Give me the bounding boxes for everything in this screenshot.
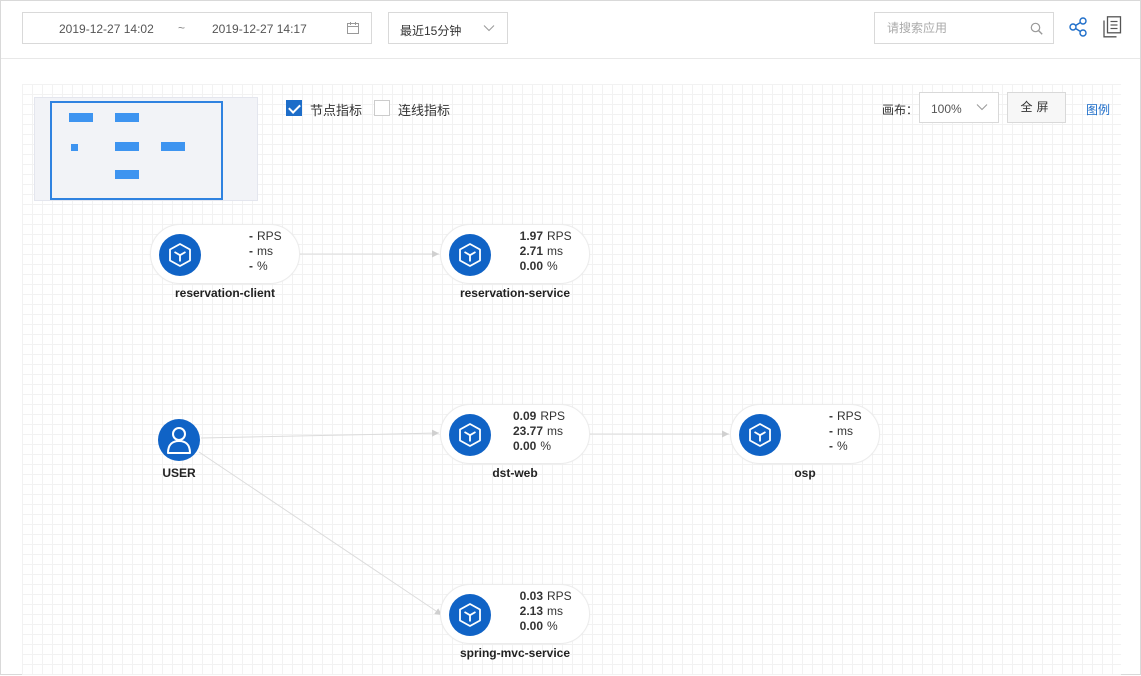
service-node-reservation-client[interactable]: - RPS - ms -% [150,224,300,284]
rps-unit: RPS [540,409,566,423]
calendar-icon[interactable] [347,22,359,34]
minimap-node [115,142,139,151]
node-metrics: 0.09 RPS 23.77 ms 0.00% [513,409,573,454]
user-node[interactable] [158,419,200,461]
node-metrics: - RPS - ms -% [829,409,863,454]
cube-icon [449,414,491,456]
latency-value: 23.77 [512,424,543,438]
node-metrics-check-box[interactable] [286,100,302,116]
minimap-node [115,113,139,122]
error-rate-unit: % [837,439,848,453]
chevron-down-icon [483,25,495,32]
node-metrics: 1.97 RPS 2.71 ms 0.00% [520,229,573,274]
latency-value: 2.71 [519,244,543,258]
cube-icon [449,594,491,636]
zoom-value: 100% [931,102,962,116]
node-metrics-label: 节点指标 [310,103,363,118]
rps-unit: RPS [547,229,572,243]
error-rate-value: 0.00 [512,439,537,453]
latency-unit: ms [837,424,853,438]
rps-unit: RPS [837,409,862,423]
search-icon[interactable] [1030,22,1043,35]
service-node-reservation-service[interactable]: 1.97 RPS 2.71 ms 0.00% [440,224,590,284]
minimap-node [161,142,185,151]
service-node-osp[interactable]: - RPS - ms -% [730,404,880,464]
error-rate-unit: % [547,259,558,273]
node-name-user: USER [162,466,196,480]
user-icon [167,427,191,454]
start-time: 2019-12-27 14:02 [59,22,154,36]
node-name-osp: osp [794,466,816,480]
cube-icon [159,234,201,276]
latency-unit: ms [257,244,273,258]
canvas-zoom-label: 画布： [882,103,919,117]
search-box [874,12,1054,44]
time-range-picker[interactable]: 2019-12-27 14:02 ~ 2019-12-27 14:17 [22,12,372,44]
fullscreen-button[interactable]: 全屏 [1007,92,1066,123]
node-name-reservation-client: reservation-client [174,286,276,300]
zoom-select[interactable]: 100% [919,92,999,123]
minimap-viewport[interactable] [50,101,223,200]
error-rate-unit: % [540,439,551,453]
topology-icon[interactable] [1068,17,1088,37]
period-value: 最近15分钟 [400,24,462,38]
rps-unit: RPS [257,229,282,243]
topology-page: 2019-12-27 14:02 ~ 2019-12-27 14:17 最近15… [0,0,1141,675]
node-metrics: 0.03 RPS 2.13 ms 0.00% [520,589,573,634]
error-rate-unit: % [547,619,558,633]
node-name-spring-mvc-service: spring-mvc-service [459,646,571,660]
node-name-reservation-service: reservation-service [459,286,571,300]
search-input[interactable] [875,13,1025,43]
minimap[interactable] [34,97,258,201]
range-separator: ~ [178,21,186,35]
end-time: 2019-12-27 14:17 [212,22,307,36]
latency-unit: ms [547,424,563,438]
node-name-dst-web: dst-web [492,466,538,480]
minimap-node [69,113,93,122]
error-rate-unit: % [257,259,268,273]
link-metrics-check-box[interactable] [374,100,390,116]
cube-icon [739,414,781,456]
error-rate-value: 0.00 [519,619,543,633]
node-metrics: - RPS - ms -% [249,229,283,274]
service-node-dst-web[interactable]: 0.09 RPS 23.77 ms 0.00% [440,404,590,464]
link-metrics-label: 连线指标 [398,103,451,118]
rps-value: 0.09 [512,409,537,423]
rps-value: 0.03 [519,589,543,603]
rps-unit: RPS [547,589,572,603]
latency-unit: ms [547,244,563,258]
cube-icon [449,234,491,276]
chevron-down-icon [976,104,988,111]
minimap-node [71,144,78,151]
latency-unit: ms [547,604,563,618]
service-node-spring-mvc-service[interactable]: 0.03 RPS 2.13 ms 0.00% [440,584,590,644]
error-rate-value: 0.00 [519,259,543,273]
latency-value: 2.13 [519,604,543,618]
legend-link[interactable]: 图例 [1086,101,1110,118]
period-select[interactable]: 最近15分钟 [388,12,508,44]
copy-list-icon[interactable] [1102,16,1122,38]
toolbar: 2019-12-27 14:02 ~ 2019-12-27 14:17 最近15… [1,1,1140,59]
minimap-node [115,170,139,179]
rps-value: 1.97 [519,229,543,243]
